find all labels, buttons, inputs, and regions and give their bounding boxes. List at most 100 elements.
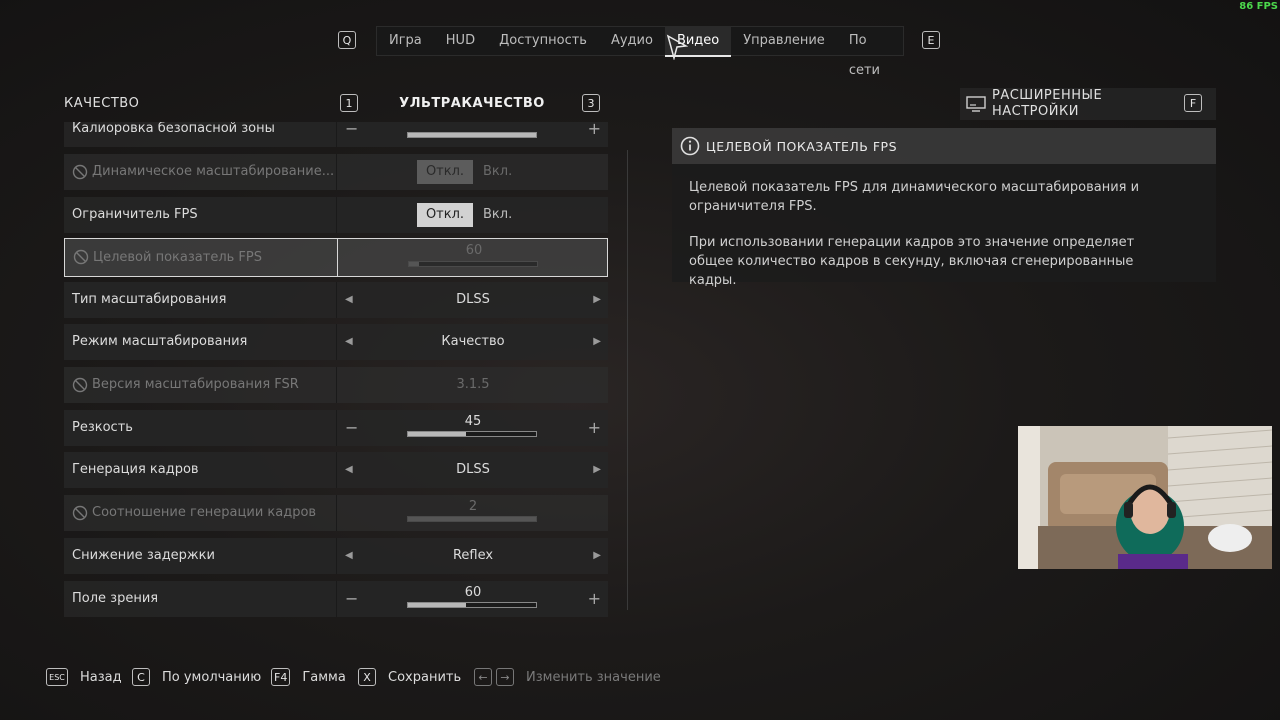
plus-button[interactable]: +	[588, 410, 601, 446]
info-paragraph-2: При использовании генерации кадров это з…	[689, 235, 1135, 288]
tab-game[interactable]: Игра	[377, 26, 434, 56]
setting-row-safe-zone[interactable]: Калиоровка безопасной зоны − +	[64, 122, 608, 147]
toggle-on-option[interactable]: Вкл.	[483, 203, 512, 227]
quality-header-label: КАЧЕСТВО	[64, 96, 140, 111]
key-x: X	[358, 668, 376, 686]
arrow-right-icon[interactable]: ▶	[593, 282, 601, 318]
tab-controls[interactable]: Управление	[731, 26, 837, 56]
tab-audio[interactable]: Аудио	[599, 26, 665, 56]
arrow-right-icon[interactable]: ▶	[593, 452, 601, 488]
disabled-icon	[73, 249, 89, 265]
settings-list: Калиоровка безопасной зоны − + Динамичес…	[0, 122, 640, 622]
setting-control[interactable]: ◀ DLSS ▶	[336, 452, 609, 488]
setting-value: Качество	[441, 334, 505, 349]
toggle-on-option[interactable]: Вкл.	[483, 160, 512, 184]
setting-value: 60	[464, 585, 482, 600]
disabled-icon	[72, 377, 88, 393]
preset-prev-key[interactable]: 1	[340, 94, 358, 112]
slider-fill	[408, 133, 536, 137]
tab-accessibility[interactable]: Доступность	[487, 26, 599, 56]
arrow-right-icon[interactable]: ▶	[593, 538, 601, 574]
fps-counter: 86 FPS	[1239, 1, 1278, 12]
nav-next-key[interactable]: E	[922, 31, 940, 49]
setting-row-latency-reduction[interactable]: Снижение задержки ◀ Reflex ▶	[64, 538, 608, 574]
key-esc: ESC	[46, 668, 68, 686]
setting-label: Целевой показатель FPS	[93, 250, 262, 265]
plus-button[interactable]: +	[588, 581, 601, 617]
setting-value: Reflex	[452, 548, 494, 563]
setting-label: Тип масштабирования	[72, 292, 227, 307]
advanced-settings-key[interactable]: F	[1184, 94, 1202, 112]
setting-value: 2	[468, 499, 478, 514]
slider-track[interactable]	[407, 431, 537, 437]
setting-value: 60	[465, 243, 483, 258]
setting-value: 45	[464, 414, 482, 429]
tab-online[interactable]: По сети	[837, 26, 903, 78]
setting-control[interactable]: 3.1.5	[336, 367, 609, 403]
setting-control[interactable]: 2	[336, 495, 609, 531]
setting-label: Динамическое масштабирование...	[92, 164, 335, 179]
setting-row-dynamic-scaling[interactable]: Динамическое масштабирование... Откл. Вк…	[64, 154, 608, 190]
setting-control[interactable]: Откл. Вкл.	[336, 154, 609, 190]
info-paragraph-1: Целевой показатель FPS для динамического…	[689, 180, 1140, 214]
footer-change-value: ← → Изменить значение	[474, 668, 661, 686]
setting-control[interactable]: − +	[336, 122, 609, 147]
footer-back-label: Назад	[80, 669, 122, 685]
disabled-icon	[72, 164, 88, 180]
key-c: C	[132, 668, 150, 686]
slider-track[interactable]	[407, 132, 537, 138]
slider-track[interactable]	[407, 516, 537, 522]
slider-fill	[408, 432, 466, 436]
setting-row-target-fps[interactable]: Целевой показатель FPS 60	[64, 238, 608, 277]
tab-hud[interactable]: HUD	[434, 26, 487, 56]
setting-label: Режим масштабирования	[72, 334, 248, 349]
minus-button[interactable]: −	[345, 122, 358, 147]
setting-row-fsr-version[interactable]: Версия масштабирования FSR 3.1.5	[64, 367, 608, 403]
setting-control[interactable]: − 60 +	[336, 581, 609, 617]
toggle-off-option[interactable]: Откл.	[417, 160, 473, 184]
setting-control[interactable]: ◀ DLSS ▶	[336, 282, 609, 318]
setting-value: DLSS	[456, 292, 490, 307]
setting-control[interactable]: ◀ Reflex ▶	[336, 538, 609, 574]
plus-button[interactable]: +	[588, 122, 601, 147]
footer-gamma[interactable]: F4 Гамма	[271, 668, 346, 686]
slider-fill	[409, 262, 420, 266]
slider-track[interactable]	[408, 261, 538, 267]
setting-row-upscaling-type[interactable]: Тип масштабирования ◀ DLSS ▶	[64, 282, 608, 318]
footer-defaults[interactable]: C По умолчанию	[132, 668, 261, 686]
setting-control[interactable]: − 45 +	[336, 410, 609, 446]
setting-control[interactable]: ◀ Качество ▶	[336, 324, 609, 360]
preset-value[interactable]: УЛЬТРАКАЧЕСТВО	[360, 96, 584, 111]
setting-label: Генерация кадров	[72, 462, 199, 477]
info-panel-title: ЦЕЛЕВОЙ ПОКАЗАТЕЛЬ FPS	[706, 139, 898, 154]
webcam-overlay	[1018, 426, 1272, 569]
setting-value: 3.1.5	[456, 377, 490, 392]
toggle-off-option[interactable]: Откл.	[417, 203, 473, 227]
advanced-settings-button[interactable]: РАСШИРЕННЫЕ НАСТРОЙКИ F	[960, 88, 1216, 120]
arrow-right-icon[interactable]: ▶	[593, 324, 601, 360]
preset-next-key[interactable]: 3	[582, 94, 600, 112]
setting-row-frame-generation[interactable]: Генерация кадров ◀ DLSS ▶	[64, 452, 608, 488]
setting-label: Соотношение генерации кадров	[92, 505, 317, 520]
footer-save[interactable]: X Сохранить	[358, 668, 461, 686]
slider-track[interactable]	[407, 602, 537, 608]
setting-label: Версия масштабирования FSR	[92, 377, 299, 392]
setting-row-sharpness[interactable]: Резкость − 45 +	[64, 410, 608, 446]
advanced-settings-label-line1: РАСШИРЕННЫЕ	[992, 88, 1103, 103]
advanced-settings-label-line2: НАСТРОЙКИ	[992, 104, 1079, 119]
monitor-icon	[966, 96, 986, 112]
webcam-image	[1018, 426, 1272, 569]
setting-row-fps-limiter[interactable]: Ограничитель FPS Откл. Вкл.	[64, 197, 608, 233]
info-panel-body: Целевой показатель FPS для динамического…	[672, 164, 1216, 288]
key-left-arrow: ←	[474, 668, 492, 686]
footer-back[interactable]: ESC Назад	[46, 668, 122, 686]
key-right-arrow: →	[496, 668, 514, 686]
footer-gamma-label: Гамма	[302, 669, 346, 685]
nav-prev-key[interactable]: Q	[338, 31, 356, 49]
setting-row-field-of-view[interactable]: Поле зрения − 60 +	[64, 581, 608, 617]
setting-row-frame-gen-ratio[interactable]: Соотношение генерации кадров 2	[64, 495, 608, 531]
footer-change-value-label: Изменить значение	[526, 669, 661, 685]
setting-control[interactable]: 60	[337, 239, 610, 276]
setting-row-upscaling-mode[interactable]: Режим масштабирования ◀ Качество ▶	[64, 324, 608, 360]
setting-control[interactable]: Откл. Вкл.	[336, 197, 609, 233]
